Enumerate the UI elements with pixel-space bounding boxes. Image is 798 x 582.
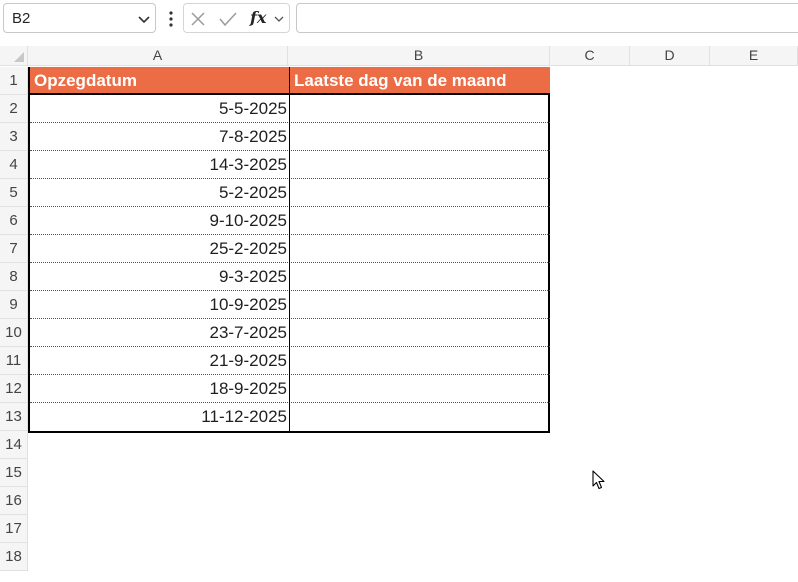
table-row: 9-10-2025 xyxy=(30,207,550,235)
select-all-button[interactable] xyxy=(0,46,28,66)
row-header[interactable]: 13 xyxy=(0,403,28,431)
formula-actions: fx xyxy=(183,3,290,33)
row-header[interactable]: 5 xyxy=(0,179,28,207)
table-row: 14-3-2025 xyxy=(30,151,550,179)
table-row: 11-12-2025 xyxy=(30,403,550,431)
row-header[interactable]: 6 xyxy=(0,207,28,235)
row-header[interactable]: 11 xyxy=(0,347,28,375)
cell-laatste-dag[interactable] xyxy=(290,151,550,178)
data-table: Opzegdatum Laatste dag van de maand 5-5-… xyxy=(28,67,550,433)
row-header[interactable]: 17 xyxy=(0,515,28,543)
formula-bar: B2 fx xyxy=(0,0,798,38)
cell-laatste-dag[interactable] xyxy=(290,263,550,290)
table-row: 7-8-2025 xyxy=(30,123,550,151)
row-header[interactable]: 4 xyxy=(0,151,28,179)
cell-opzegdatum[interactable]: 5-5-2025 xyxy=(30,95,289,122)
cell-laatste-dag[interactable] xyxy=(290,95,550,122)
cell-opzegdatum[interactable]: 11-12-2025 xyxy=(30,403,289,430)
table-row: 5-2-2025 xyxy=(30,179,550,207)
name-box-value: B2 xyxy=(12,10,31,27)
cell-opzegdatum[interactable]: 7-8-2025 xyxy=(30,123,289,150)
cell-laatste-dag[interactable] xyxy=(290,319,550,346)
row-header[interactable]: 14 xyxy=(0,431,28,459)
cell-laatste-dag[interactable] xyxy=(290,291,550,318)
row-header[interactable]: 2 xyxy=(0,95,28,123)
chevron-down-icon[interactable] xyxy=(137,12,151,26)
table-row: 5-5-2025 xyxy=(30,95,550,123)
cell-laatste-dag[interactable] xyxy=(290,347,550,374)
row-header[interactable]: 1 xyxy=(0,67,28,95)
header-cell-laatste-dag[interactable]: Laatste dag van de maand xyxy=(290,67,550,95)
insert-function-icon[interactable]: fx xyxy=(250,8,266,27)
row-header[interactable]: 8 xyxy=(0,263,28,291)
more-vertical-icon[interactable] xyxy=(165,9,177,29)
cell-laatste-dag[interactable] xyxy=(290,207,550,234)
column-header-d[interactable]: D xyxy=(630,46,710,66)
cell-laatste-dag[interactable] xyxy=(290,403,550,430)
table-row: 18-9-2025 xyxy=(30,375,550,403)
chevron-down-icon[interactable] xyxy=(273,13,285,25)
row-header[interactable]: 10 xyxy=(0,319,28,347)
column-header-a[interactable]: A xyxy=(28,46,288,66)
cell-opzegdatum[interactable]: 25-2-2025 xyxy=(30,235,289,262)
row-header[interactable]: 7 xyxy=(0,235,28,263)
table-row: 10-9-2025 xyxy=(30,291,550,319)
row-header[interactable]: 15 xyxy=(0,459,28,487)
row-header[interactable]: 9 xyxy=(0,291,28,319)
mouse-pointer-icon xyxy=(592,470,605,490)
table-row: 23-7-2025 xyxy=(30,319,550,347)
column-header-c[interactable]: C xyxy=(550,46,630,66)
cell-opzegdatum[interactable]: 9-3-2025 xyxy=(30,263,289,290)
column-divider xyxy=(289,67,290,431)
column-header-b[interactable]: B xyxy=(288,46,550,66)
cancel-icon[interactable] xyxy=(190,11,206,27)
select-all-triangle-icon xyxy=(14,52,24,62)
table-row: 9-3-2025 xyxy=(30,263,550,291)
cell-opzegdatum[interactable]: 10-9-2025 xyxy=(30,291,289,318)
cell-opzegdatum[interactable]: 14-3-2025 xyxy=(30,151,289,178)
row-header[interactable]: 12 xyxy=(0,375,28,403)
row-header[interactable]: 16 xyxy=(0,487,28,515)
cell-opzegdatum[interactable]: 23-7-2025 xyxy=(30,319,289,346)
cell-opzegdatum[interactable]: 21-9-2025 xyxy=(30,347,289,374)
cell-laatste-dag[interactable] xyxy=(290,123,550,150)
column-header-e[interactable]: E xyxy=(710,46,798,66)
header-cell-opzegdatum[interactable]: Opzegdatum xyxy=(30,67,290,95)
cell-opzegdatum[interactable]: 5-2-2025 xyxy=(30,179,289,206)
table-row: 21-9-2025 xyxy=(30,347,550,375)
spreadsheet-window: B2 fx A B C D E 1 2 3 4 5 6 7 8 9 10 11 … xyxy=(0,0,798,582)
row-header[interactable]: 18 xyxy=(0,543,28,571)
cell-opzegdatum[interactable]: 18-9-2025 xyxy=(30,375,289,402)
cell-opzegdatum[interactable]: 9-10-2025 xyxy=(30,207,289,234)
name-box[interactable]: B2 xyxy=(3,3,156,33)
cell-laatste-dag[interactable] xyxy=(290,235,550,262)
formula-input[interactable] xyxy=(296,3,798,33)
checkmark-icon[interactable] xyxy=(219,11,237,27)
table-row: 25-2-2025 xyxy=(30,235,550,263)
row-header[interactable]: 3 xyxy=(0,123,28,151)
cell-laatste-dag[interactable] xyxy=(290,375,550,402)
cell-laatste-dag[interactable] xyxy=(290,179,550,206)
